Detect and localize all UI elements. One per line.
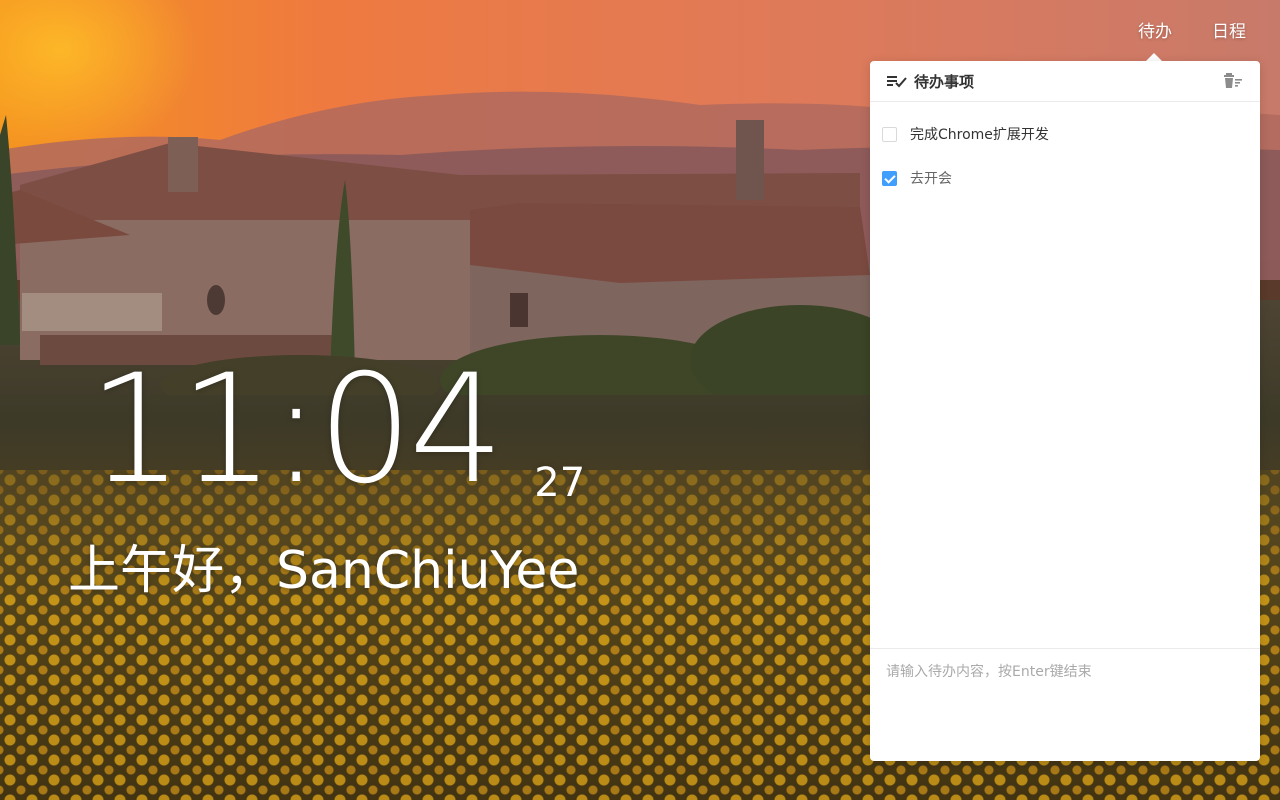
greeting-text: 上午好，SanChiuYee — [68, 541, 580, 601]
todo-input[interactable] — [886, 661, 1244, 741]
todo-item[interactable]: 完成Chrome扩展开发 — [870, 112, 1260, 156]
todo-panel: 待办事项 完成Chrome扩展开发 去开会 — [870, 61, 1260, 761]
clock: 11:04 27 — [88, 355, 585, 505]
todo-text: 完成Chrome扩展开发 — [910, 127, 1049, 143]
clock-time: 11:04 — [88, 343, 504, 517]
nav-schedule[interactable]: 日程 — [1212, 20, 1246, 44]
todo-checkbox[interactable] — [882, 126, 897, 142]
clock-seconds: 27 — [534, 460, 586, 506]
input-area — [870, 648, 1260, 761]
nav-todo[interactable]: 待办 — [1138, 20, 1172, 44]
trash-clear-icon[interactable] — [1222, 71, 1244, 91]
todo-list: 完成Chrome扩展开发 去开会 — [870, 102, 1260, 648]
todo-checkbox-checked[interactable] — [882, 170, 897, 186]
todo-text: 去开会 — [910, 171, 952, 187]
top-nav: 待办 日程 — [1138, 20, 1246, 44]
todo-item[interactable]: 去开会 — [870, 156, 1260, 200]
list-check-icon — [886, 72, 908, 90]
panel-caret — [1146, 53, 1162, 61]
panel-header: 待办事项 — [870, 61, 1260, 102]
panel-title: 待办事项 — [914, 72, 975, 91]
